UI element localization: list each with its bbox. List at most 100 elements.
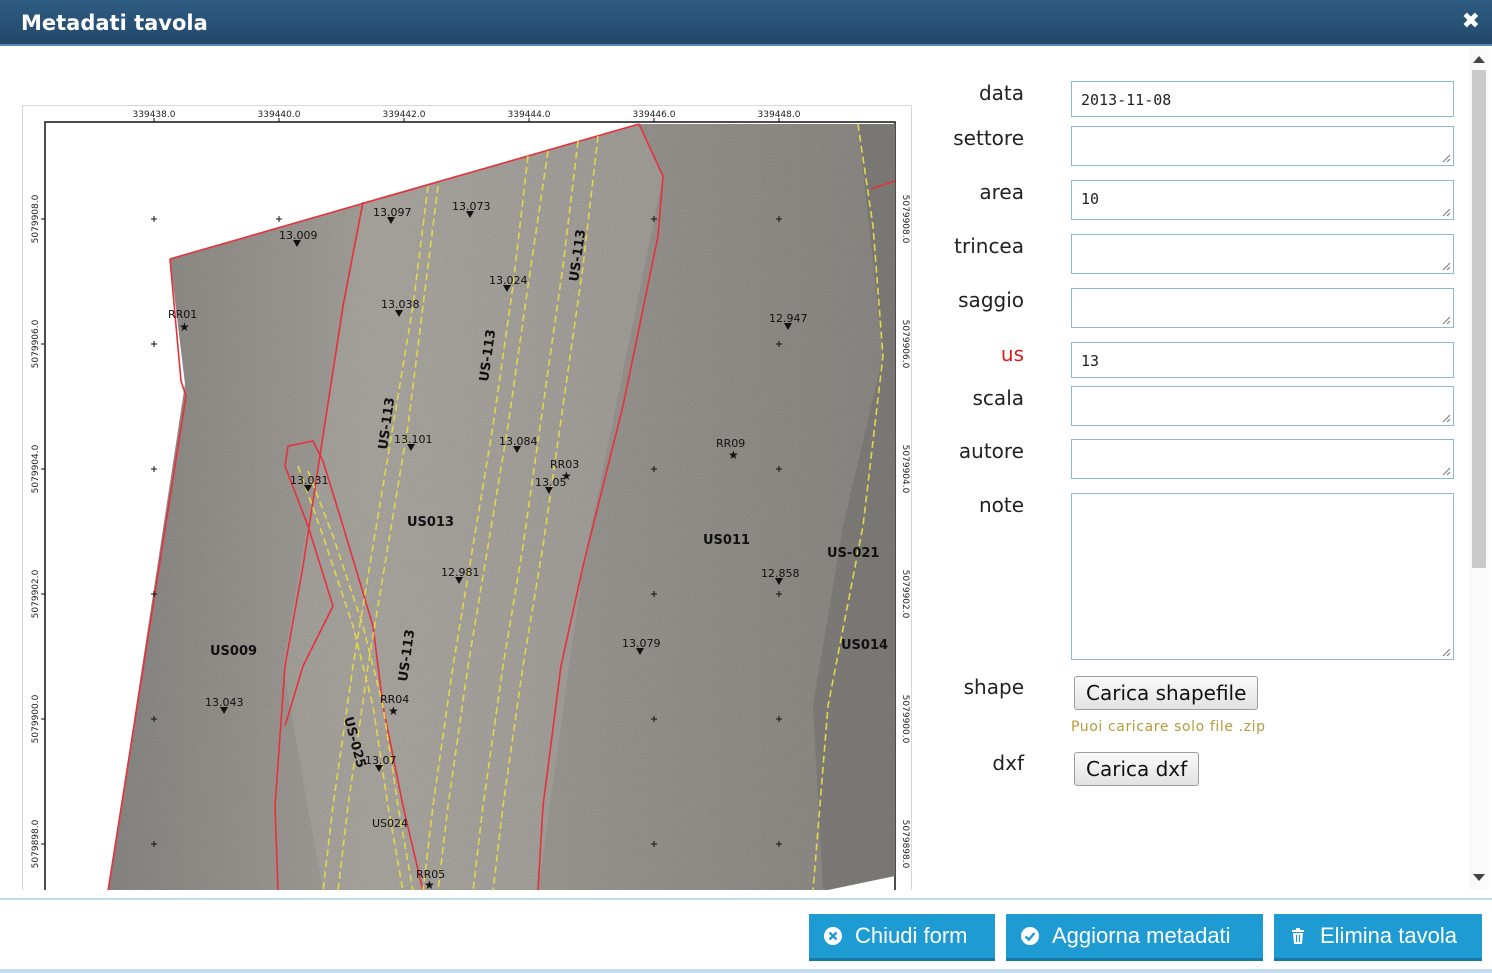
- field-label-autore: autore: [958, 439, 1024, 463]
- form-row-shape: shape Carica shapefile: [960, 675, 1456, 711]
- spot-height-label: 13.084: [499, 435, 538, 448]
- y-tick-label: 5079906.0: [31, 319, 41, 368]
- spot-height-label: 13.038: [381, 298, 420, 311]
- scroll-down-icon[interactable]: [1473, 874, 1485, 881]
- map-preview: 339438.0 339440.0 339442.0 339444.0 3394…: [22, 105, 912, 890]
- spot-height-label: 13.024: [489, 274, 528, 287]
- form-row-settore: settore: [953, 126, 1456, 166]
- y-tick-label-right: 5079902.0: [900, 570, 910, 619]
- check-circle-icon: [1021, 927, 1039, 945]
- field-label-shape: shape: [963, 675, 1024, 699]
- trash-icon: [1292, 928, 1304, 944]
- spot-height-label: 13.031: [290, 474, 329, 487]
- spot-height-label: 12.947: [769, 312, 808, 325]
- x-tick-label: 339440.0: [258, 110, 301, 120]
- form-row-autore: autore: [958, 439, 1456, 479]
- settore-field[interactable]: [1071, 126, 1454, 166]
- survey-point-label: RR01: [168, 308, 197, 321]
- resize-grip-icon[interactable]: [1441, 207, 1451, 217]
- spot-height-label: 13.073: [452, 200, 491, 213]
- resize-grip-icon[interactable]: [1441, 153, 1451, 163]
- autore-field[interactable]: [1071, 439, 1454, 479]
- saggio-field[interactable]: [1071, 288, 1454, 328]
- svg-text:★: ★: [728, 448, 739, 462]
- data-field[interactable]: 2013-11-08: [1071, 81, 1454, 117]
- delete-table-button[interactable]: Elimina tavola: [1274, 914, 1482, 961]
- field-label-data: data: [978, 81, 1024, 105]
- spot-height-label: 12.981: [441, 566, 480, 579]
- spot-height-label: 13.079: [622, 637, 661, 650]
- resize-grip-icon[interactable]: [1441, 413, 1451, 423]
- close-icon[interactable]: ✖: [1462, 10, 1480, 34]
- scroll-up-icon[interactable]: [1473, 56, 1485, 63]
- resize-grip-icon[interactable]: [1441, 466, 1451, 476]
- field-label-dxf: dxf: [992, 751, 1024, 775]
- svg-text:★: ★: [561, 469, 572, 483]
- upload-dxf-button[interactable]: Carica dxf: [1074, 752, 1200, 786]
- close-circle-icon: [824, 927, 842, 945]
- y-tick-label: 5079908.0: [31, 194, 41, 243]
- form-row-trincea: trincea: [954, 234, 1456, 274]
- y-tick-label: 5079900.0: [31, 694, 41, 743]
- delete-table-label: Elimina tavola: [1320, 923, 1457, 948]
- dialog-title: Metadati tavola: [21, 11, 208, 35]
- field-label-scala: scala: [972, 386, 1024, 410]
- resize-grip-icon[interactable]: [1441, 647, 1451, 657]
- area-field[interactable]: 10: [1071, 180, 1454, 220]
- spot-height-label: 13.101: [394, 433, 433, 446]
- unit-label: US024: [372, 817, 408, 830]
- update-metadata-button[interactable]: Aggiorna metadati: [1006, 914, 1263, 961]
- unit-label: US009: [210, 644, 257, 659]
- form-row-area: area 10: [960, 180, 1456, 220]
- footer-border: [0, 969, 1492, 973]
- survey-point-label: RR05: [416, 868, 445, 881]
- field-label-note: note: [978, 493, 1024, 517]
- field-label-us: us: [1000, 342, 1024, 366]
- note-field[interactable]: [1071, 493, 1454, 660]
- y-tick-label-right: 5079900.0: [900, 695, 910, 744]
- y-tick-label-right: 5079906.0: [900, 320, 910, 369]
- spot-height-label: 13.043: [205, 696, 244, 709]
- unit-label: US011: [703, 533, 750, 548]
- dialog-footer: Chiudi form Aggiorna metadati Elimina ta…: [0, 898, 1492, 973]
- svg-text:★: ★: [388, 704, 399, 718]
- form-row-saggio: saggio: [958, 288, 1456, 328]
- form-row-data: data 2013-11-08: [960, 81, 1456, 117]
- form-row-scala: scala: [960, 386, 1456, 426]
- upload-shapefile-button[interactable]: Carica shapefile: [1074, 676, 1259, 710]
- scala-field[interactable]: [1071, 386, 1454, 426]
- trincea-field[interactable]: [1071, 234, 1454, 274]
- resize-grip-icon[interactable]: [1441, 315, 1451, 325]
- y-tick-label: 5079898.0: [31, 819, 41, 868]
- scrollbar-thumb[interactable]: [1472, 70, 1486, 568]
- area-value: 10: [1081, 190, 1100, 208]
- update-metadata-label: Aggiorna metadati: [1052, 923, 1231, 948]
- x-tick-label: 339444.0: [508, 110, 551, 120]
- resize-grip-icon[interactable]: [1441, 261, 1451, 271]
- survey-point-label: RR03: [550, 458, 579, 471]
- dialog-titlebar: Metadati tavola ✖: [0, 0, 1492, 46]
- us-field[interactable]: 13: [1071, 342, 1454, 378]
- spot-height-label: 13.097: [373, 206, 412, 219]
- unit-label: US013: [407, 515, 454, 530]
- form-row-us: us 13: [960, 342, 1456, 378]
- spot-height-label: 13.07: [365, 754, 397, 767]
- scrollbar[interactable]: [1469, 48, 1489, 890]
- unit-label: US014: [841, 638, 888, 653]
- spot-height-label: 13.009: [279, 229, 318, 242]
- y-tick-label: 5079904.0: [31, 444, 41, 493]
- field-label-area: area: [979, 180, 1024, 204]
- field-label-saggio: saggio: [958, 288, 1024, 312]
- y-tick-label-right: 5079908.0: [900, 195, 910, 244]
- y-tick-label: 5079902.0: [31, 569, 41, 618]
- x-tick-label: 339438.0: [133, 110, 176, 120]
- form-row-dxf: dxf Carica dxf: [960, 751, 1456, 787]
- line-label: US-021: [827, 546, 879, 561]
- close-form-button[interactable]: Chiudi form: [809, 914, 995, 961]
- x-tick-label: 339442.0: [383, 110, 426, 120]
- svg-text:★: ★: [179, 320, 190, 334]
- close-form-label: Chiudi form: [855, 923, 968, 948]
- survey-point-label: RR04: [380, 693, 409, 706]
- shape-hint: Puoi caricare solo file .zip: [1071, 719, 1266, 735]
- dialog-content: 339438.0 339440.0 339442.0 339444.0 3394…: [0, 48, 1492, 890]
